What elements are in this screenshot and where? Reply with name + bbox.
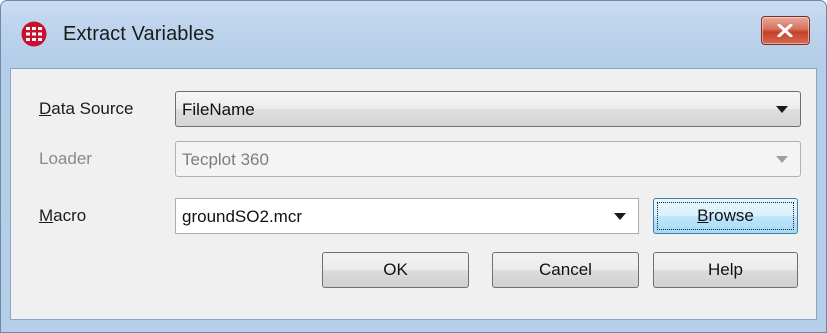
data-source-value: FileName [182,100,255,119]
loader-label: Loader [39,149,92,168]
dialog-body: Data Source FileName Loader Tecplot 360 … [10,68,817,320]
help-button[interactable]: Help [653,252,798,288]
chevron-down-icon[interactable] [614,213,626,220]
window-title: Extract Variables [63,23,215,45]
macro-combobox[interactable]: groundSO2.mcr [175,198,639,234]
title-bar[interactable]: Extract Variables [1,1,826,61]
app-grid-icon [21,21,47,47]
dialog-window: Extract Variables Data Source FileName L… [0,0,827,333]
macro-label: Macro [39,206,87,225]
loader-value: Tecplot 360 [182,150,269,169]
ok-button[interactable]: OK [322,252,469,288]
close-icon [777,24,793,37]
data-source-select[interactable]: FileName [175,91,801,127]
cancel-button[interactable]: Cancel [492,252,639,288]
loader-select: Tecplot 360 [175,141,801,177]
close-button[interactable] [761,16,810,45]
browse-button[interactable]: Browse [653,198,798,234]
chevron-down-icon [776,106,788,113]
chevron-down-icon [776,156,788,163]
macro-value: groundSO2.mcr [182,207,302,226]
data-source-label: Data Source [39,99,134,118]
